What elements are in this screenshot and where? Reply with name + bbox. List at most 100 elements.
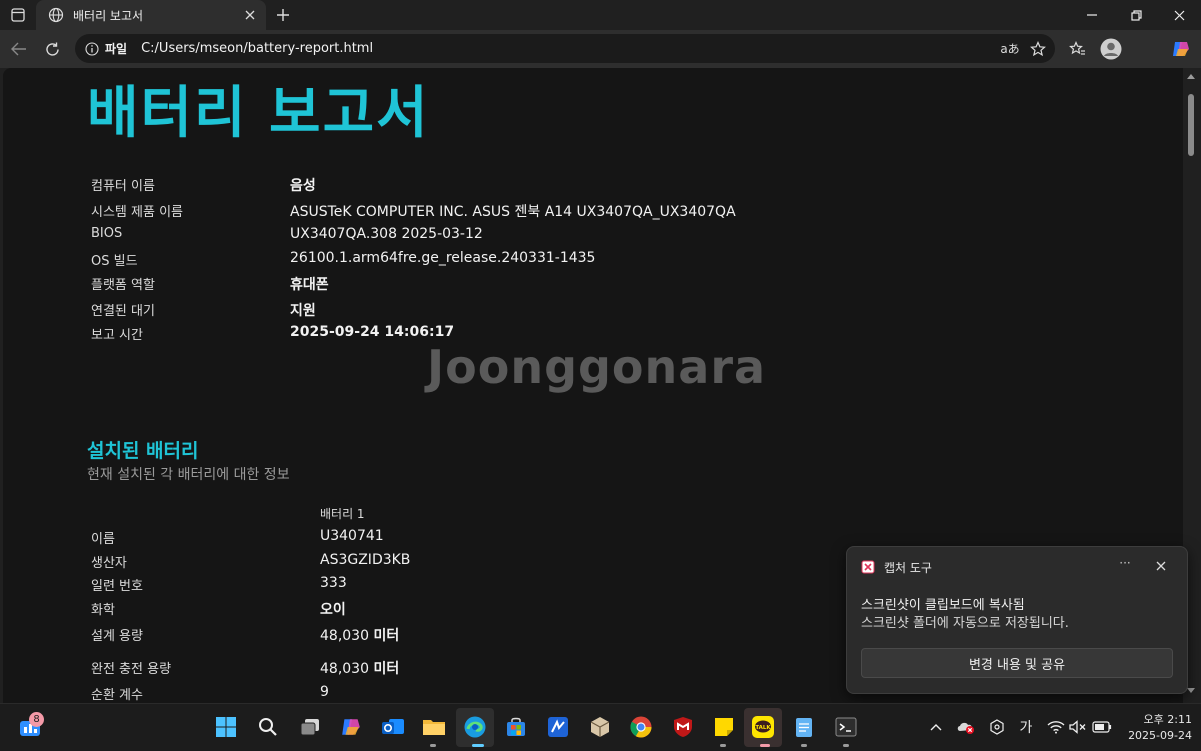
favorites-icon[interactable] [1066,38,1088,60]
back-arrow-icon[interactable] [8,38,30,60]
info-row: OS 빌드 26100.1.arm64fre.ge_release.240331… [91,250,791,274]
battery-label: 완전 충전 용량 [91,662,172,677]
info-value: 지원 [290,303,316,319]
translate-icon[interactable]: aあ [999,38,1021,60]
profile-avatar[interactable] [1100,38,1122,60]
battery-row: 화학 오이 [91,599,691,623]
onedrive-error-icon[interactable] [956,717,976,737]
new-tab-icon[interactable] [273,5,293,25]
ime-indicator[interactable]: 가 [1016,717,1036,737]
chevron-up-icon[interactable] [926,717,946,737]
edit-and-share-button[interactable]: 변경 내용 및 공유 [861,648,1173,678]
info-label: 컴퓨터 이름 [91,179,155,194]
mcafee-icon[interactable] [669,713,697,741]
battery-value: 48,030 미터 [320,661,400,677]
battery-row: 일련 번호 333 [91,575,691,599]
info-icon[interactable] [85,41,99,56]
kakaotalk-icon[interactable]: TALK [749,713,777,741]
info-row: 시스템 제품 이름 ASUSTeK COMPUTER INC. ASUS 젠북 … [91,201,791,225]
more-options-icon[interactable]: ··· [1115,556,1135,576]
app-icon-cube[interactable] [586,713,614,741]
network-share-icon[interactable] [987,717,1007,737]
info-label: 플랫폼 역할 [91,278,155,293]
watermark: Joonggonara [427,340,767,394]
clock-date: 2025-09-24 [1128,729,1192,742]
battery-value: U340741 [320,528,384,544]
favorite-star-icon[interactable] [1027,38,1049,60]
notification-body: 스크린샷 폴더에 자동으로 저장됩니다. [861,616,1069,631]
battery-label: 이름 [91,532,115,547]
info-value: 휴대폰 [290,277,329,293]
scrollbar-thumb[interactable] [1188,94,1194,156]
sticky-notes-icon[interactable] [710,713,738,741]
wifi-icon[interactable] [1046,717,1066,737]
info-label: OS 빌드 [91,254,138,269]
battery-row: 완전 충전 용량 48,030 미터 [91,658,691,682]
scroll-down-icon[interactable] [1187,688,1195,693]
widget-badge: 8 [29,712,44,727]
snipping-tool-notification[interactable]: 캡처 도구 ··· 스크린샷이 클립보드에 복사됨 스크린샷 폴더에 자동으로 … [846,546,1188,694]
minimize-icon[interactable] [1070,0,1114,30]
info-value: UX3407QA.308 2025-03-12 [290,226,483,242]
info-value: 26100.1.arm64fre.ge_release.240331-1435 [290,250,596,266]
running-indicator [801,744,807,747]
restore-icon[interactable] [1114,0,1158,30]
file-explorer-icon[interactable] [420,713,448,741]
battery-value: 333 [320,575,347,591]
battery-value: 9 [320,684,329,700]
attention-indicator [760,744,770,747]
notification-app-name: 캡처 도구 [884,561,932,575]
terminal-icon[interactable] [832,713,860,741]
active-indicator [472,744,484,747]
tab-title: 배터리 보고서 [73,8,144,23]
page-title: 배터리 보고서 [87,81,430,146]
tab-close-icon[interactable] [242,7,258,23]
start-icon[interactable] [212,713,240,741]
info-row: 컴퓨터 이름 음성 [91,175,791,199]
running-indicator [720,744,726,747]
info-row: 연결된 대기 지원 [91,300,791,324]
battery-label: 설계 용량 [91,629,143,644]
info-label: 시스템 제품 이름 [91,205,183,220]
running-indicator [430,744,436,747]
info-label: 보고 시간 [91,328,143,343]
battery-label: 순환 계수 [91,688,143,703]
copilot-icon[interactable] [1170,38,1192,60]
battery-icon[interactable] [1092,717,1112,737]
browser-tab[interactable]: 배터리 보고서 [36,0,266,30]
battery-row: 이름 U340741 [91,528,691,552]
store-icon[interactable] [502,713,530,741]
section-subtitle: 현재 설치된 각 배터리에 대한 정보 [87,467,290,483]
battery-label: 생산자 [91,556,127,571]
notification-title: 스크린샷이 클립보드에 복사됨 [861,598,1025,613]
globe-icon [48,7,64,23]
taskbar: 8 TALK 가 오후 2:11 2025-09-24 [0,703,1201,751]
edge-icon[interactable] [461,713,489,741]
close-window-icon[interactable] [1157,0,1201,30]
refresh-icon[interactable] [41,38,63,60]
chrome-icon[interactable] [627,713,655,741]
battery-column-header: 배터리 1 [320,507,365,521]
notepad-icon[interactable] [790,713,818,741]
app-icon-blue[interactable] [544,713,572,741]
task-view-icon[interactable] [296,713,324,741]
tab-actions-icon[interactable] [8,5,28,25]
battery-value: 오이 [320,602,346,618]
battery-value: 48,030 미터 [320,628,400,644]
battery-value: AS3GZID3KB [320,552,411,568]
system-clock[interactable]: 오후 2:11 2025-09-24 [1118,712,1192,744]
search-icon[interactable] [254,713,282,741]
address-bar-row: 파일 C:/Users/mseon/battery-report.html aあ [0,30,1201,68]
copilot-taskbar-icon[interactable] [337,713,365,741]
address-bar[interactable]: 파일 C:/Users/mseon/battery-report.html aあ [75,34,1055,63]
close-icon[interactable] [1153,558,1169,574]
info-row: 플랫폼 역할 휴대폰 [91,274,791,298]
info-label: 연결된 대기 [91,304,155,319]
svg-text:TALK: TALK [755,725,771,731]
volume-muted-icon[interactable] [1068,717,1088,737]
scroll-up-icon[interactable] [1187,74,1195,79]
outlook-icon[interactable] [379,713,407,741]
battery-row: 순환 계수 9 [91,684,691,703]
url-text[interactable]: C:/Users/mseon/battery-report.html [141,41,999,56]
info-label: BIOS [91,226,123,241]
